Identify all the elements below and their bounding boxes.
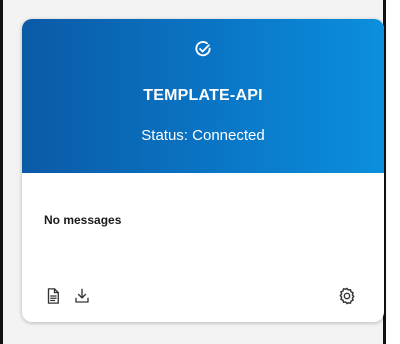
download-button[interactable]: [71, 285, 93, 307]
messages-text: No messages: [44, 213, 122, 227]
api-connection-card: TEMPLATE-API Status: Connected No messag…: [22, 19, 384, 322]
document-icon: [47, 288, 59, 304]
check-circle-icon: [195, 41, 211, 57]
download-icon: [75, 288, 89, 303]
card-header: TEMPLATE-API Status: Connected: [22, 19, 384, 173]
settings-button[interactable]: [336, 285, 358, 307]
connection-status: Status: Connected: [141, 127, 265, 144]
window-frame: TEMPLATE-API Status: Connected No messag…: [0, 0, 386, 344]
settings-gear-icon: [339, 287, 355, 305]
document-button[interactable]: [42, 285, 64, 307]
connection-name: TEMPLATE-API: [143, 87, 263, 104]
